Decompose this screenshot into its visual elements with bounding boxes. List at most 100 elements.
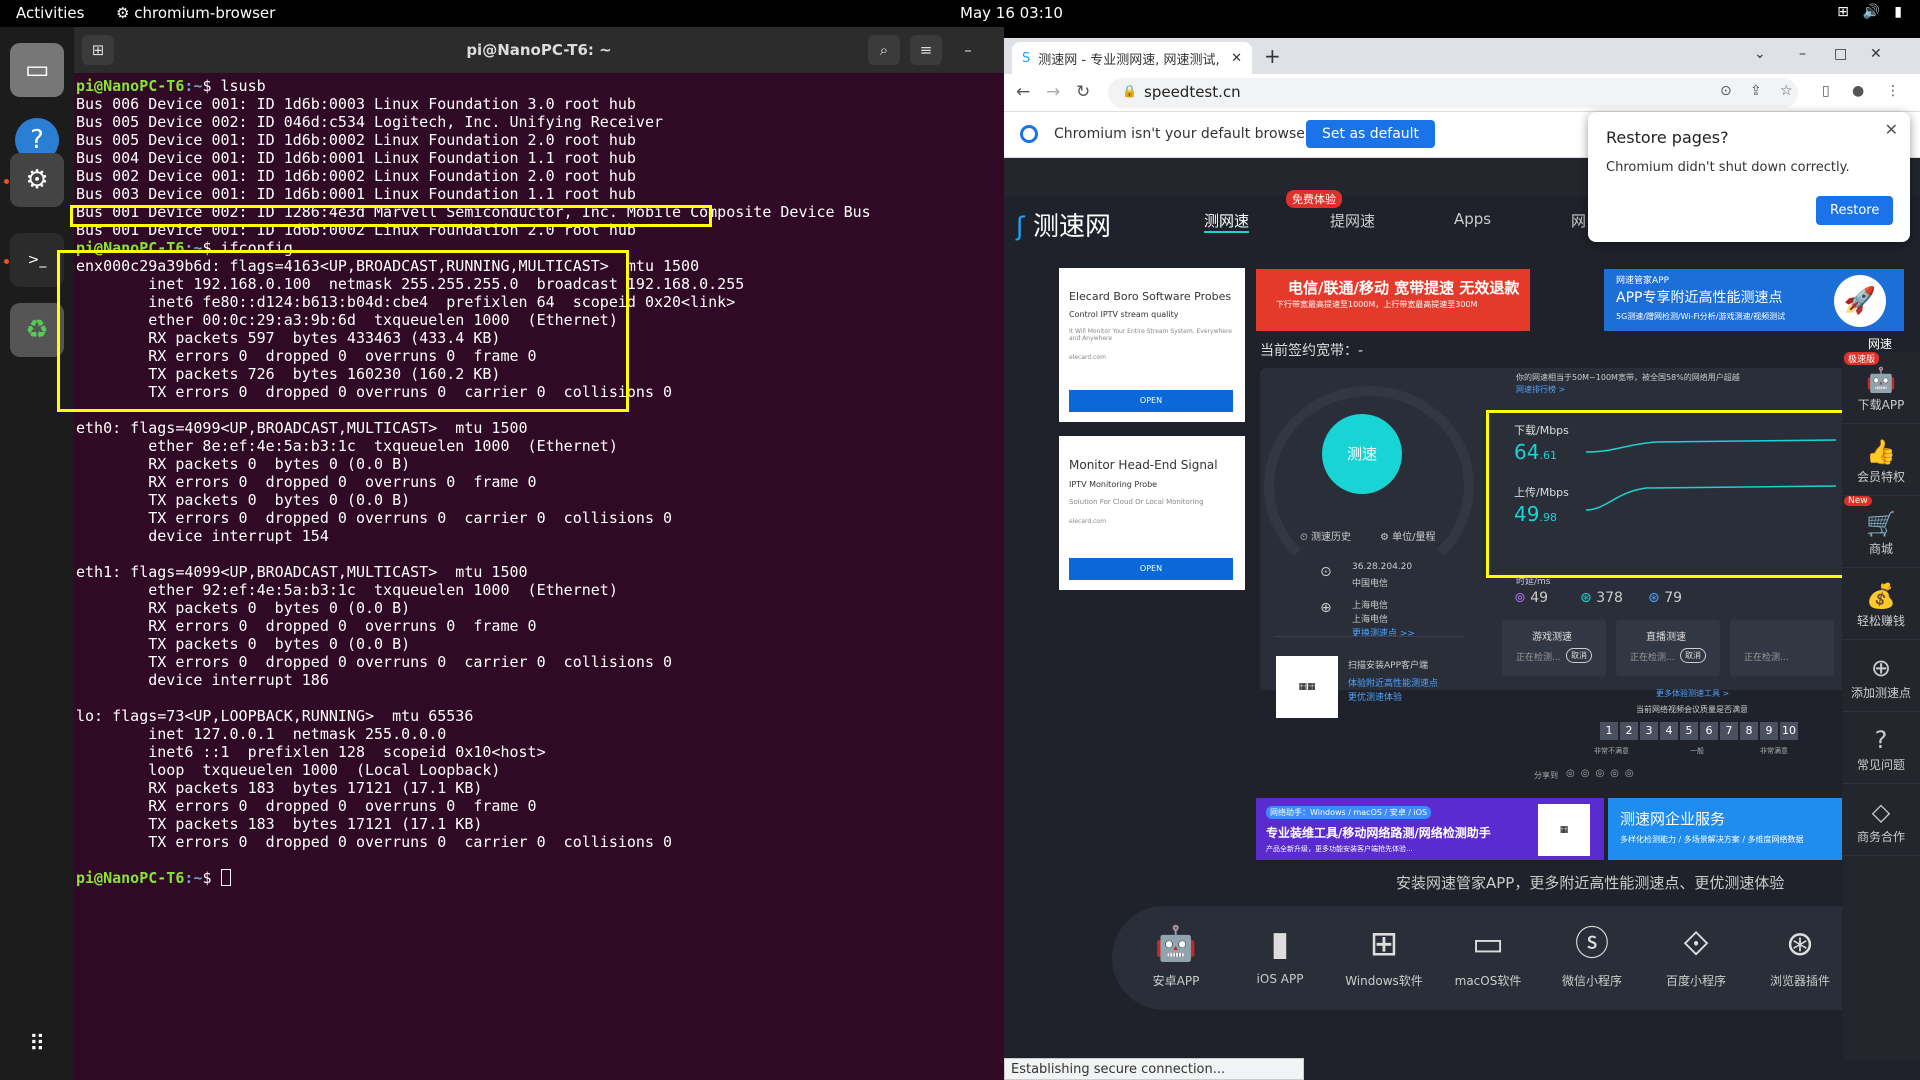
ip-address: 36.28.204.20 [1352, 562, 1413, 572]
set-default-button[interactable]: Set as default [1306, 120, 1436, 148]
share-icon[interactable]: ⇪ [1750, 83, 1762, 99]
app-download-item[interactable]: ⓢ 微信小程序 [1540, 916, 1644, 989]
more-tools-link[interactable]: 更多体验测速工具 > [1656, 688, 1729, 699]
cursor [220, 869, 231, 886]
system-tray[interactable]: ⊞ 🔊 ▮ [1837, 4, 1902, 20]
app-download-item[interactable]: 🤖 安卓APP [1124, 916, 1228, 989]
banner-sub: 下行带宽最高提速至1000M，上行带宽最高提速至300M [1276, 300, 1478, 309]
clock[interactable]: May 16 03:10 [960, 4, 1063, 22]
side-nav-item[interactable]: 🤖 下载APP 极速版 [1842, 352, 1920, 424]
rank-link[interactable]: 网速排行榜 > [1516, 384, 1565, 395]
app-download-item[interactable]: ⟐ 百度小程序 [1644, 916, 1748, 989]
cancel-button[interactable]: 取消 [1680, 648, 1706, 663]
side-nav-item[interactable]: 💰 轻松赚钱 [1842, 568, 1920, 640]
rating-option[interactable]: 10 [1780, 722, 1798, 740]
share-icons[interactable]: ◎◎◎◎◎ [1566, 768, 1640, 779]
tab-search-icon[interactable]: ⌄ [1754, 46, 1766, 62]
side-nav-item[interactable]: ? 常见问题 [1842, 712, 1920, 784]
game-test-label: 游戏测速 [1532, 632, 1572, 643]
banner-app[interactable]: 网速管家APP APP专享附近高性能测速点 5G测速/蹭网检测/Wi-Fi分析/… [1604, 269, 1904, 331]
menu-icon[interactable]: ≡ [910, 35, 942, 65]
app-platform-icon: ⊛ [1785, 924, 1815, 964]
nav-tab-speed[interactable]: 测网速 [1204, 210, 1250, 233]
search-icon[interactable]: ⌕ [868, 35, 900, 65]
app-download-item[interactable]: ⊞ Windows软件 [1332, 916, 1436, 989]
terminal-icon[interactable]: >_ [10, 233, 64, 287]
side-panel-icon[interactable]: ▯ [1822, 83, 1830, 99]
banner-broadband[interactable]: 电信/联通/移动 宽带提速 无效退款 下行带宽最高提速至1000M，上行带宽最高… [1256, 269, 1530, 331]
address-bar[interactable]: 🔒 speedtest.cn [1108, 78, 1798, 108]
rating-option[interactable]: 5 [1680, 722, 1698, 740]
rating-option[interactable]: 1 [1600, 722, 1618, 740]
change-node-link[interactable]: 更换测速点 >> [1352, 626, 1415, 639]
app-grid-icon[interactable]: ⠿ [10, 1017, 64, 1071]
minimize-icon[interactable]: – [952, 35, 984, 65]
app-platform-icon: ▮ [1270, 924, 1290, 964]
game-test-card[interactable]: 游戏测速 正在检测... 取消 [1502, 620, 1606, 676]
rating-option[interactable]: 8 [1740, 722, 1758, 740]
ad-open-button[interactable]: OPEN [1069, 558, 1233, 580]
app-platform-icon: ⟐ [1682, 924, 1710, 964]
trash-icon[interactable]: ♻ [10, 303, 64, 357]
ad-sub: IPTV Monitoring Probe [1069, 480, 1158, 489]
rating-option[interactable]: 7 [1720, 722, 1738, 740]
ad-card-2[interactable]: Monitor Head-End Signal IPTV Monitoring … [1059, 436, 1245, 590]
start-test-button[interactable]: 测速 [1322, 414, 1402, 494]
side-nav-icon: ⊕ [1870, 654, 1892, 682]
close-tab-icon[interactable]: ✕ [1231, 51, 1242, 66]
ad-open-button[interactable]: OPEN [1069, 390, 1233, 412]
app-download-item[interactable]: ⊛ 浏览器插件 [1748, 916, 1852, 989]
ad-card-1[interactable]: Elecard Boro Software Probes Control IPT… [1059, 268, 1245, 422]
reload-icon[interactable]: ↻ [1076, 82, 1090, 102]
ad-desc: Solution For Cloud Or Local Monitoring [1069, 498, 1204, 506]
maximize-icon[interactable]: □ [1834, 46, 1847, 62]
files-icon[interactable]: ▭ [10, 43, 64, 97]
live-test-card[interactable]: 直播测速 正在检测... 取消 [1616, 620, 1720, 676]
history-link[interactable]: ⏲ 测速历史 [1300, 528, 1351, 543]
unit-link[interactable]: ⚙ 单位/量程 [1380, 528, 1436, 543]
promo-tools[interactable]: 网络助手：Windows / macOS / 安卓 / iOS 专业装维工具/移… [1256, 798, 1604, 860]
location-icon[interactable]: ⊙ [1720, 83, 1732, 99]
side-nav-icon: ? [1874, 726, 1888, 754]
close-window-icon[interactable]: ✕ [1870, 46, 1882, 62]
forward-icon[interactable]: → [1046, 82, 1060, 102]
side-nav-item[interactable]: 👍 会员特权 [1842, 424, 1920, 496]
terminal-line: TX errors 0 dropped 0 overruns 0 carrier… [76, 833, 673, 851]
app-download-item[interactable]: ▭ macOS软件 [1436, 916, 1540, 989]
rating-option[interactable]: 3 [1640, 722, 1658, 740]
bookmark-star-icon[interactable]: ☆ [1780, 83, 1793, 99]
settings-icon[interactable]: ⚙ [10, 153, 64, 207]
top-bar: Activities ⚙ chromium-browser May 16 03:… [0, 0, 1920, 27]
rating-option[interactable]: 4 [1660, 722, 1678, 740]
activities-button[interactable]: Activities [16, 4, 84, 22]
rating-option[interactable]: 2 [1620, 722, 1638, 740]
browser-tab[interactable]: S 测速网 - 专业测网速, 网速测试, ✕ [1012, 42, 1252, 74]
cancel-button[interactable]: 取消 [1566, 648, 1592, 663]
restore-button[interactable]: Restore [1816, 196, 1894, 225]
divider [1274, 636, 1464, 637]
nav-tab-more[interactable]: 网 [1571, 210, 1586, 231]
app-menu[interactable]: ⚙ chromium-browser [116, 4, 275, 22]
close-dialog-icon[interactable]: ✕ [1885, 120, 1898, 139]
rating-option[interactable]: 6 [1700, 722, 1718, 740]
nav-tab-boost[interactable]: 提网速 [1330, 210, 1375, 231]
extra-test-card[interactable]: 正在检测... [1730, 620, 1834, 676]
side-nav-item[interactable]: 🛒 商城 New [1842, 496, 1920, 568]
new-tab-button[interactable]: + [1264, 44, 1281, 68]
rating-option[interactable]: 9 [1760, 722, 1778, 740]
side-nav-item[interactable]: ◇ 商务合作 [1842, 784, 1920, 856]
node-1: 上海电信 [1352, 601, 1389, 611]
site-logo[interactable]: ʃ 测速网 [1016, 206, 1111, 243]
banner-title: 电信/联通/移动 宽带提速 无效退款 [1288, 279, 1520, 297]
kebab-menu-icon[interactable]: ⋮ [1886, 83, 1900, 99]
side-nav-item[interactable]: ⊕ 添加测速点 [1842, 640, 1920, 712]
nav-tab-apps[interactable]: Apps [1454, 210, 1491, 228]
side-nav: 🤖 下载APP 极速版 👍 会员特权 🛒 商城 New 💰 轻松赚钱 ⊕ 添加测速点? 常见问题 ◇ 商务合… [1842, 352, 1920, 1060]
app-download-item[interactable]: ▮ iOS APP [1228, 916, 1332, 989]
terminal-line: lo: flags=73<UP,LOOPBACK,RUNNING> mtu 65… [76, 707, 474, 725]
profile-icon[interactable]: ● [1852, 83, 1864, 99]
side-nav-label: 轻松赚钱 [1856, 614, 1905, 628]
scan-title: 扫描安装APP客户端 [1348, 661, 1429, 671]
back-icon[interactable]: ← [1016, 82, 1030, 102]
minimize-icon[interactable]: – [1799, 46, 1806, 62]
